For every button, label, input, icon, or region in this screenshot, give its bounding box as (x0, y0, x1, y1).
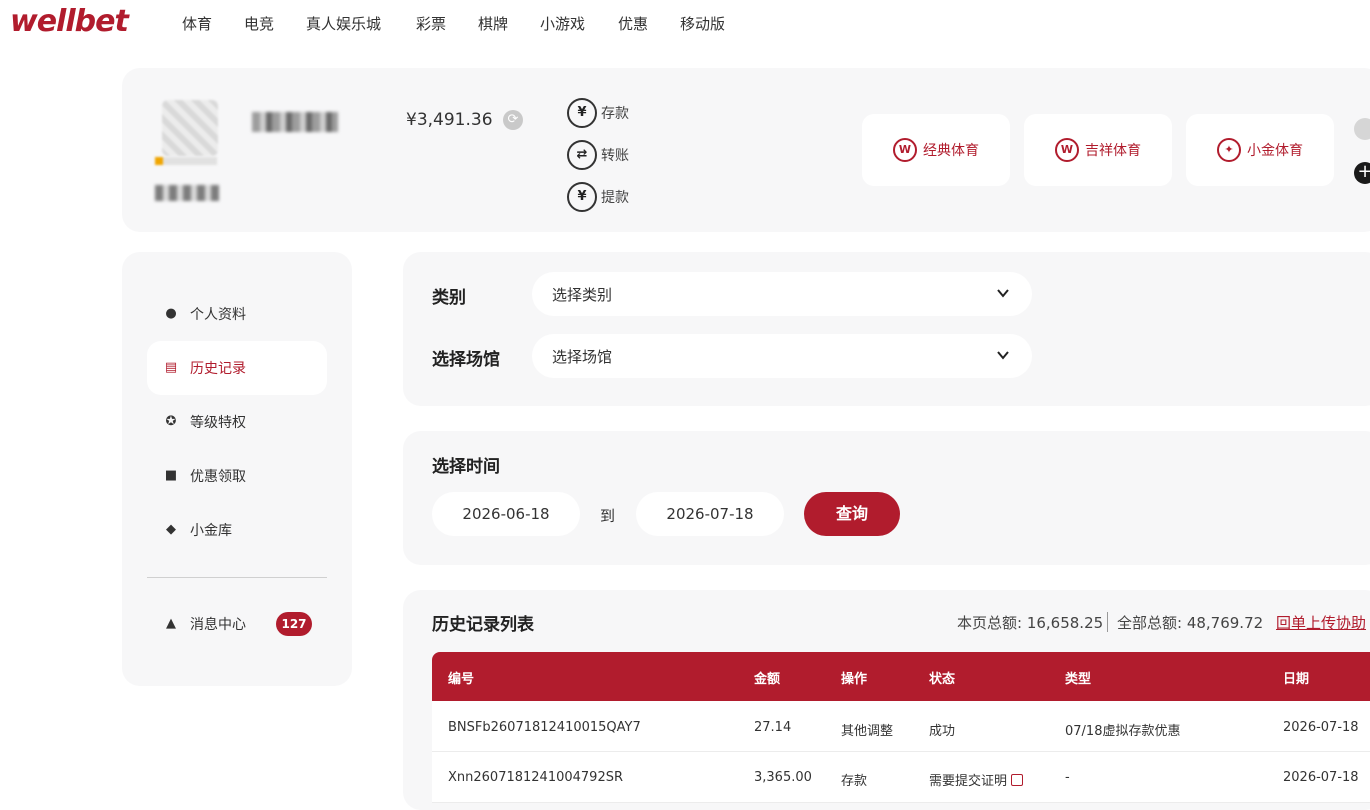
venue-select[interactable]: 选择场馆 (532, 334, 1032, 378)
col-status: 状态 (929, 672, 956, 687)
category-select-value: 选择类别 (552, 286, 613, 304)
cell-id: Xnn2607181241004792SR (448, 770, 624, 785)
cell-operation: 其他调整 (841, 724, 894, 739)
user-id-blurred (155, 185, 219, 201)
transfer-label: 转账 (601, 148, 629, 164)
venue-classic-sports[interactable]: W 经典体育 (862, 114, 1010, 186)
refresh-venues-icon[interactable] (1354, 118, 1370, 140)
wellbet-logo[interactable]: wellbet (10, 4, 129, 39)
jixiang-sports-icon: W (1055, 138, 1079, 162)
add-venue-icon[interactable]: + (1354, 162, 1370, 184)
xiaojin-sports-icon: ✦ (1217, 138, 1241, 162)
gift-icon: ■ (164, 468, 178, 483)
cell-operation: 存款 (841, 774, 868, 789)
classic-sports-icon: W (893, 138, 917, 162)
vip-level-blurred (155, 157, 217, 165)
upload-image-icon[interactable] (1011, 774, 1024, 786)
col-operation: 操作 (841, 672, 868, 687)
cell-amount: 3,365.00 (754, 770, 812, 785)
cell-amount: 27.14 (754, 720, 792, 735)
top-nav: wellbet 体育 电竞 真人娱乐城 彩票 棋牌 小游戏 优惠 移动版 (0, 0, 1370, 46)
classic-sports-label: 经典体育 (923, 143, 979, 159)
user-icon: ● (165, 306, 177, 321)
venue-jixiang-sports[interactable]: W 吉祥体育 (1024, 114, 1172, 186)
cell-status: 成功 (929, 724, 956, 739)
history-list-title: 历史记录列表 (432, 615, 534, 635)
col-id: 编号 (448, 672, 475, 687)
nav-esports[interactable]: 电竞 (244, 13, 274, 34)
cell-type: - (1065, 770, 1070, 785)
to-label: 到 (600, 507, 616, 525)
nav-mobile[interactable]: 移动版 (680, 13, 725, 34)
venue-xiaojin-sports[interactable]: ✦ 小金体育 (1186, 114, 1334, 186)
sidebar-item-vip[interactable]: ✪ 等级特权 (147, 395, 327, 449)
category-select[interactable]: 选择类别 (532, 272, 1032, 316)
deposit-button[interactable]: ¥ 存款 (567, 98, 629, 128)
message-count-badge: 127 (276, 612, 312, 636)
table-header (432, 652, 1370, 701)
col-date: 日期 (1283, 672, 1310, 687)
col-type: 类型 (1065, 672, 1092, 687)
date-to-input[interactable]: 2026-07-18 (636, 492, 784, 536)
cell-date: 2026-07-18 (1283, 770, 1359, 785)
nav-promotions[interactable]: 优惠 (618, 13, 648, 34)
account-summary-card (122, 68, 1370, 232)
cell-id: BNSFb26071812410015QAY7 (448, 720, 641, 735)
category-label: 类别 (432, 288, 466, 308)
deposit-icon: ¥ (567, 98, 597, 128)
cell-status-text: 需要提交证明 (929, 774, 1008, 789)
nav-live-casino[interactable]: 真人娱乐城 (306, 13, 381, 34)
page-total: 本页总额: 16,658.25 (957, 614, 1104, 632)
sidebar-item-profile[interactable]: ● 个人资料 (147, 287, 327, 341)
sidebar-item-vault[interactable]: ◆ 小金库 (147, 503, 327, 557)
cell-date: 2026-07-18 (1283, 720, 1359, 735)
nav-cards[interactable]: 棋牌 (478, 13, 508, 34)
balance-amount: ¥3,491.36 (406, 110, 493, 130)
receipt-upload-help-link[interactable]: 回单上传协助 (1276, 612, 1366, 633)
chevron-down-icon (997, 351, 1009, 360)
cell-type: 07/18虚拟存款优惠 (1065, 724, 1181, 739)
refresh-balance-icon[interactable]: ⟳ (503, 110, 523, 130)
nav-lottery[interactable]: 彩票 (416, 13, 446, 34)
sidebar-divider (147, 577, 327, 578)
all-total: 全部总额: 48,769.72 (1117, 614, 1264, 632)
query-button[interactable]: 查询 (804, 492, 900, 536)
sidebar-item-label: 优惠领取 (190, 469, 246, 485)
chevron-down-icon (997, 289, 1009, 298)
sidebar-item-promotions[interactable]: ■ 优惠领取 (147, 449, 327, 503)
date-from-input[interactable]: 2026-06-18 (432, 492, 580, 536)
username-blurred (252, 112, 338, 132)
col-amount: 金额 (754, 672, 781, 687)
withdraw-label: 提款 (601, 190, 629, 206)
transfer-icon: ⇄ (567, 140, 597, 170)
diamond-icon: ◆ (166, 522, 176, 537)
time-label: 选择时间 (432, 457, 500, 477)
nav-mini-games[interactable]: 小游戏 (540, 13, 585, 34)
sidebar-item-label: 等级特权 (190, 415, 246, 431)
sidebar-item-history[interactable]: ▤ 历史记录 (147, 341, 327, 395)
xiaojin-sports-label: 小金体育 (1247, 143, 1303, 159)
venue-label: 选择场馆 (432, 350, 500, 370)
jixiang-sports-label: 吉祥体育 (1085, 143, 1141, 159)
withdraw-button[interactable]: ¥ 提款 (567, 182, 629, 212)
avatar[interactable] (162, 100, 218, 156)
sidebar-item-label: 个人资料 (190, 307, 246, 323)
venue-select-value: 选择场馆 (552, 348, 613, 366)
nav-sports[interactable]: 体育 (182, 13, 212, 34)
withdraw-icon: ¥ (567, 182, 597, 212)
transfer-button[interactable]: ⇄ 转账 (567, 140, 629, 170)
sidebar-item-label: 小金库 (190, 523, 232, 539)
medal-icon: ✪ (165, 414, 177, 429)
deposit-label: 存款 (601, 106, 629, 122)
sidebar-item-label: 历史记录 (190, 361, 246, 377)
bell-icon: ▲ (166, 616, 176, 631)
totals-divider (1107, 612, 1108, 632)
document-icon: ▤ (164, 360, 178, 375)
sidebar-item-label: 消息中心 (190, 617, 246, 633)
cell-status: 需要提交证明 (929, 770, 1024, 789)
